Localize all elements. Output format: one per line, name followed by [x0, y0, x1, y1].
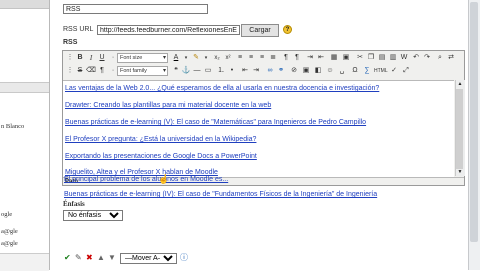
- unlink-icon[interactable]: ⚭: [276, 66, 286, 76]
- editor-scroll-thumb[interactable]: [456, 89, 463, 169]
- rss-url-input[interactable]: [97, 25, 240, 35]
- load-button[interactable]: Cargar: [241, 24, 279, 37]
- strikethrough-icon[interactable]: S: [75, 66, 85, 76]
- edit-icon[interactable]: ✎: [75, 253, 82, 263]
- feed-link[interactable]: Drawter: Creando las plantillas para mi …: [65, 102, 271, 109]
- table-icon[interactable]: ▦: [329, 53, 339, 63]
- left-panel-item[interactable]: a@gle: [1, 228, 18, 235]
- hr-icon[interactable]: —: [192, 66, 202, 76]
- format-painter-icon[interactable]: ¶: [97, 66, 107, 76]
- highlight-icon[interactable]: ✎: [191, 53, 201, 63]
- underline-icon[interactable]: U: [97, 53, 107, 63]
- copy-icon[interactable]: ❐: [366, 53, 376, 63]
- left-panel-footer: [0, 253, 49, 271]
- no-link-icon[interactable]: ⊘: [289, 66, 299, 76]
- media-icon[interactable]: ◧: [313, 66, 323, 76]
- help-icon[interactable]: ?: [283, 25, 292, 34]
- paste-text-icon[interactable]: ▥: [388, 53, 398, 63]
- grip-icon: ⋮: [66, 67, 74, 74]
- left-panel-item[interactable]: a@gle: [1, 240, 18, 247]
- emphasis-label: Énfasis: [63, 200, 85, 208]
- spellcheck-icon[interactable]: ✓: [389, 66, 399, 76]
- cursor-icon: ☝: [158, 174, 170, 184]
- undo-icon[interactable]: ↶: [411, 53, 421, 63]
- scroll-down-icon[interactable]: ▼: [456, 168, 464, 176]
- left-panel-header: [0, 0, 49, 9]
- align-center-icon[interactable]: ≡: [246, 53, 256, 63]
- toolbar-row-1: ⋮ B I U · Font size A ▾ ✎ ▾ x₂ x² ≡ ≡ ≡ …: [65, 53, 463, 65]
- dropdown-arrow-icon[interactable]: ▾: [201, 53, 211, 63]
- subscript-icon[interactable]: x₂: [212, 53, 222, 63]
- cut-icon[interactable]: ✂: [355, 53, 365, 63]
- delete-icon[interactable]: ✖: [86, 253, 93, 263]
- rich-text-editor: ⋮ B I U · Font size A ▾ ✎ ▾ x₂ x² ≡ ≡ ≡ …: [62, 50, 465, 186]
- insert-image-icon[interactable]: ▣: [301, 66, 311, 76]
- text-color-icon[interactable]: A: [171, 53, 181, 63]
- link-icon[interactable]: ∞: [265, 66, 275, 76]
- grip-icon: ⋮: [66, 54, 74, 61]
- move-down-icon[interactable]: ▼: [108, 253, 116, 263]
- image-icon[interactable]: ▣: [341, 53, 351, 63]
- nonbreaking-icon[interactable]: ␣: [337, 66, 347, 76]
- outdent-icon[interactable]: ⇤: [316, 53, 326, 63]
- feed-link[interactable]: Miguelito, Altea y el Profesor X hablan …: [65, 169, 218, 176]
- move-select[interactable]: —Mover A—: [120, 253, 177, 264]
- blockquote-icon[interactable]: ❝: [171, 66, 181, 76]
- clear-format-icon[interactable]: ⌫: [86, 66, 96, 76]
- move-up-icon[interactable]: ▲: [97, 253, 105, 263]
- indent-icon[interactable]: ⇥: [305, 53, 315, 63]
- unordered-list-icon[interactable]: •: [227, 66, 237, 76]
- find-icon[interactable]: ⌕: [435, 53, 445, 63]
- left-panel-item[interactable]: ogle: [1, 211, 12, 218]
- toolbar-row-2: ⋮ S ⌫ ¶ · Font family ❝ ⚓ — ▭ ⒈ • ⇤ ⇥ ∞ …: [65, 66, 463, 78]
- rss-url-label: RSS URL: [63, 26, 94, 33]
- math-icon[interactable]: ∑: [362, 66, 372, 76]
- left-panel-item[interactable]: n Blanco: [1, 123, 24, 130]
- title-input[interactable]: [63, 4, 208, 14]
- replace-icon[interactable]: ⇄: [446, 53, 456, 63]
- special-char-icon[interactable]: Ω: [350, 66, 360, 76]
- info-icon[interactable]: ⓘ: [180, 253, 188, 263]
- paste-icon[interactable]: ▤: [377, 53, 387, 63]
- superscript-icon[interactable]: x²: [223, 53, 233, 63]
- anchor-icon[interactable]: ⚓: [181, 66, 191, 76]
- emoticon-icon[interactable]: ☺: [325, 66, 335, 76]
- page-scroll-thumb[interactable]: [470, 2, 478, 242]
- emphasis-select[interactable]: No énfasis: [63, 210, 123, 221]
- align-right-icon[interactable]: ≡: [257, 53, 267, 63]
- feed-link[interactable]: Las ventajas de la Web 2.0... ¿Qué esper…: [65, 85, 379, 92]
- ltr-icon[interactable]: ¶: [292, 53, 302, 63]
- paste-word-icon[interactable]: W: [399, 53, 409, 63]
- italic-icon[interactable]: I: [86, 53, 96, 63]
- editor-content[interactable]: Las ventajas de la Web 2.0... ¿Qué esper…: [63, 80, 454, 177]
- rtl-icon[interactable]: ¶: [281, 53, 291, 63]
- block-format-icon[interactable]: ▭: [203, 66, 213, 76]
- feed-link[interactable]: Buenas prácticas de e-learning (IV): El …: [64, 191, 377, 198]
- dropdown-arrow-icon[interactable]: ▾: [181, 53, 191, 63]
- scroll-up-icon[interactable]: ▲: [456, 80, 464, 88]
- feed-link[interactable]: El Profesor X pregunta: ¿Está la univers…: [65, 136, 256, 143]
- left-panel: n Blanco ogle a@gle a@gle: [0, 0, 50, 271]
- increase-indent-icon[interactable]: ⇥: [251, 66, 261, 76]
- check-icon[interactable]: ✔: [64, 253, 71, 263]
- feed-link[interactable]: Exportando las presentaciones de Google …: [65, 153, 257, 160]
- html-icon[interactable]: HTML: [374, 66, 388, 76]
- bold-icon[interactable]: B: [75, 53, 85, 63]
- left-panel-bar: [0, 82, 49, 93]
- fullscreen-icon[interactable]: ⤢: [401, 66, 411, 76]
- ordered-list-icon[interactable]: ⒈: [216, 66, 226, 76]
- align-left-icon[interactable]: ≡: [235, 53, 245, 63]
- font-size-select[interactable]: Font size: [117, 53, 168, 63]
- font-family-select[interactable]: Font family: [117, 66, 168, 76]
- feed-link[interactable]: Buenas prácticas de e-learning (V): El c…: [65, 119, 366, 126]
- decrease-indent-icon[interactable]: ⇤: [240, 66, 250, 76]
- redo-icon[interactable]: ↷: [422, 53, 432, 63]
- feed-link[interactable]: El principal problema de los alumnos en …: [64, 176, 228, 183]
- align-justify-icon[interactable]: ≣: [268, 53, 278, 63]
- editor-label: RSS: [63, 39, 78, 46]
